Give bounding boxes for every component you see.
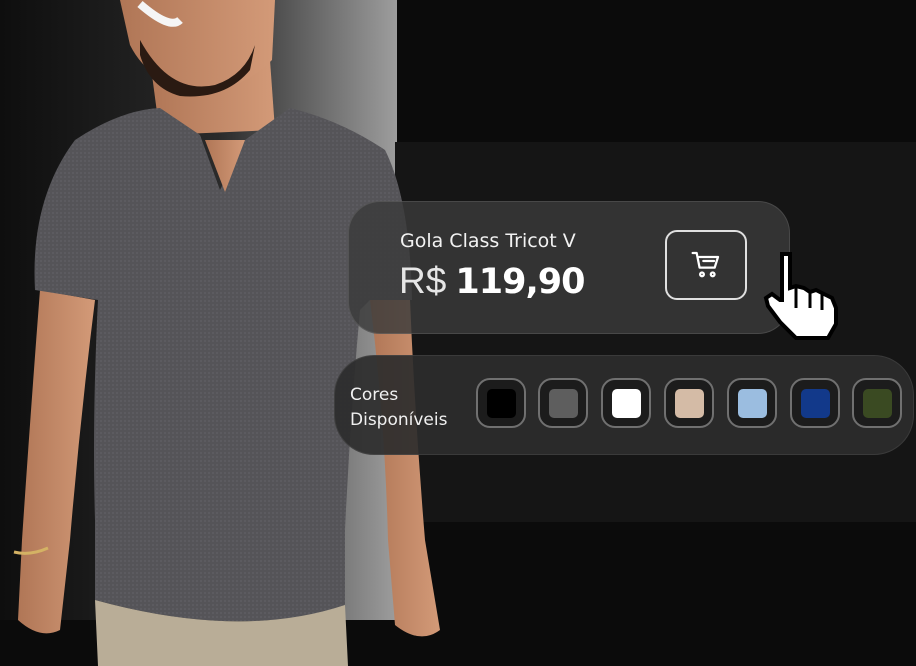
price-currency: R$ — [399, 260, 447, 301]
swatch-beige[interactable] — [664, 378, 714, 428]
add-to-cart-button[interactable] — [665, 230, 747, 300]
swatch-color — [611, 388, 641, 418]
price-amount: 119,90 — [455, 262, 585, 302]
swatch-color — [862, 388, 892, 418]
product-name: Gola Class Tricot V — [400, 230, 576, 252]
swatch-color — [674, 388, 704, 418]
swatch-olive[interactable] — [852, 378, 902, 428]
price: R$ 119,90 — [399, 260, 585, 302]
swatch-light-blue[interactable] — [727, 378, 777, 428]
swatch-dark-gray[interactable] — [538, 378, 588, 428]
swatch-black[interactable] — [476, 378, 526, 428]
swatch-white[interactable] — [601, 378, 651, 428]
available-colors-panel: Cores Disponíveis — [334, 355, 914, 455]
swatch-color — [548, 388, 578, 418]
hand-pointer-icon — [763, 252, 838, 340]
swatch-color — [800, 388, 830, 418]
product-card: Gola Class Tricot V R$ 119,90 — [348, 201, 790, 334]
swatch-navy[interactable] — [790, 378, 840, 428]
swatch-color — [486, 388, 516, 418]
colors-label: Cores Disponíveis — [350, 385, 448, 430]
swatch-color — [737, 388, 767, 418]
cart-icon — [691, 251, 720, 278]
